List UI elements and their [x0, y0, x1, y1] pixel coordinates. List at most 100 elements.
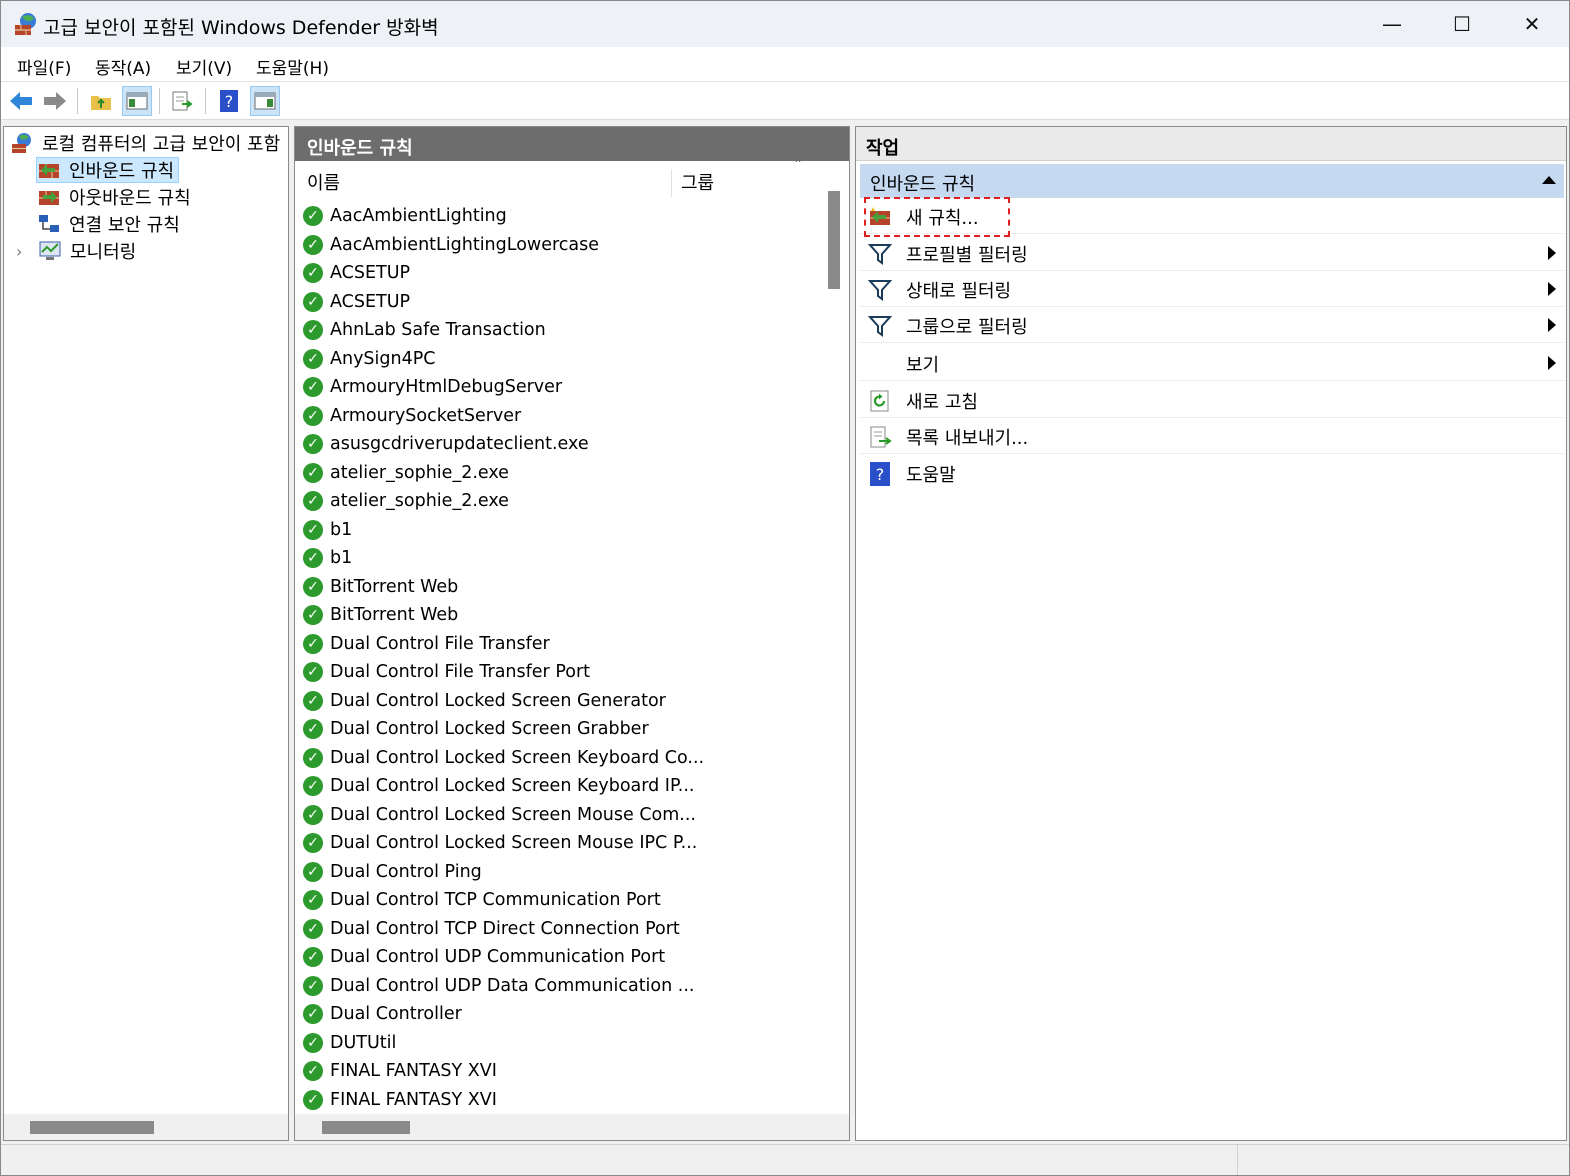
column-divider[interactable]: [671, 169, 672, 197]
rule-row[interactable]: ✓ AacAmbientLighting: [303, 202, 507, 230]
rule-row[interactable]: ✓ Dual Control Locked Screen Generator: [303, 687, 666, 715]
rule-row[interactable]: ✓ Dual Control Ping: [303, 858, 482, 886]
actions-pane: 작업 인바운드 규칙 새 규칙... 프로필별 필터링 상태로 필터링 그룹으로…: [855, 126, 1567, 1141]
rule-row[interactable]: ✓ Dual Control File Transfer Port: [303, 658, 590, 686]
rule-row[interactable]: ✓ Dual Control Locked Screen Keyboard Co.…: [303, 744, 704, 772]
folder-up-icon: [91, 96, 111, 110]
action-view[interactable]: 보기: [860, 347, 1564, 381]
rule-row[interactable]: ✓ asusgcdriverupdateclient.exe: [303, 430, 589, 458]
action-filter-by-profile[interactable]: 프로필별 필터링: [860, 237, 1564, 271]
rule-row[interactable]: ✓ Dual Control File Transfer: [303, 630, 550, 658]
tree-item-connection-security-rules[interactable]: 연결 보안 규칙: [37, 211, 180, 237]
action-label: 새로 고침: [906, 391, 978, 413]
sort-ascending-icon: ˆ: [794, 157, 802, 176]
rule-name: asusgcdriverupdateclient.exe: [330, 434, 589, 454]
enabled-check-icon: ✓: [303, 320, 323, 340]
rule-name: atelier_sophie_2.exe: [330, 462, 509, 483]
action-filter-by-state[interactable]: 상태로 필터링: [860, 273, 1564, 307]
filter-icon: [868, 243, 892, 265]
menu-help[interactable]: 도움말(H): [256, 54, 329, 79]
enabled-check-icon: ✓: [303, 234, 323, 255]
actions-section-inbound-rules[interactable]: 인바운드 규칙: [860, 164, 1564, 198]
connection-security-icon: [39, 215, 59, 232]
rule-row[interactable]: ✓ AacAmbientLightingLowercase: [303, 231, 599, 259]
show-hide-tree-button[interactable]: [122, 86, 152, 116]
rule-row[interactable]: ✓ Dual Control TCP Direct Connection Port: [303, 915, 680, 943]
rule-row[interactable]: ✓ ArmouryHtmlDebugServer: [303, 373, 562, 401]
back-button[interactable]: [6, 86, 36, 116]
rules-horizontal-scrollbar[interactable]: [295, 1114, 849, 1140]
column-header-name[interactable]: 이름: [307, 163, 340, 201]
action-help[interactable]: ? 도움말: [860, 457, 1564, 491]
up-folder-button[interactable]: [86, 86, 116, 116]
tree-item-outbound-rules[interactable]: 아웃바운드 규칙: [37, 184, 191, 210]
rule-name: ArmourySocketServer: [330, 405, 522, 426]
action-label: 상태로 필터링: [906, 280, 1012, 302]
rule-row[interactable]: ✓ BitTorrent Web: [303, 573, 458, 601]
rule-row[interactable]: ✓ AhnLab Safe Transaction: [303, 316, 546, 344]
collapse-icon[interactable]: [1542, 176, 1556, 184]
menu-view[interactable]: 보기(V): [176, 54, 232, 79]
toolbar-separator: [205, 88, 206, 114]
rule-row[interactable]: ✓ b1: [303, 516, 352, 544]
rule-row[interactable]: ✓ Dual Control UDP Data Communication ...: [303, 972, 694, 1000]
rules-vertical-scrollbar[interactable]: [823, 163, 845, 1115]
rule-row[interactable]: ✓ Dual Control TCP Communication Port: [303, 886, 661, 914]
rule-row[interactable]: ✓ Dual Control Locked Screen Grabber: [303, 715, 649, 743]
action-refresh[interactable]: 새로 고침: [860, 384, 1564, 418]
rule-name: b1: [330, 548, 353, 568]
rule-row[interactable]: ✓ ACSETUP: [303, 288, 410, 316]
tree-item-monitoring[interactable]: › 모니터링: [16, 238, 136, 264]
scrollbar-thumb[interactable]: [828, 191, 840, 289]
enabled-check-icon: ✓: [303, 1004, 323, 1024]
tree-horizontal-scrollbar[interactable]: [4, 1114, 288, 1140]
action-label: 프로필별 필터링: [906, 244, 1028, 266]
svg-text:?: ?: [876, 465, 885, 484]
action-filter-by-group[interactable]: 그룹으로 필터링: [860, 309, 1564, 343]
scrollbar-thumb[interactable]: [30, 1121, 154, 1134]
rule-row[interactable]: ✓ BitTorrent Web: [303, 601, 458, 629]
firewall-window: 고급 보안이 포함된 Windows Defender 방화벽 — ☐ ✕ 파일…: [0, 0, 1570, 1176]
tree-item-inbound-rules[interactable]: 인바운드 규칙: [36, 157, 180, 183]
rule-row[interactable]: ✓ FINAL FANTASY XVI: [303, 1086, 497, 1114]
rule-row[interactable]: ✓ Dual Control UDP Communication Port: [303, 943, 665, 971]
title-bar: 고급 보안이 포함된 Windows Defender 방화벽 — ☐ ✕: [1, 1, 1569, 47]
rule-row[interactable]: ✓ AnySign4PC: [303, 345, 436, 373]
tree-root-local-computer[interactable]: 로컬 컴퓨터의 고급 보안이 포함: [10, 130, 280, 156]
expand-chevron-icon[interactable]: ›: [16, 242, 38, 261]
help-button[interactable]: ?: [214, 86, 244, 116]
action-label: 목록 내보내기...: [906, 427, 1029, 449]
rule-name: AhnLab Safe Transaction: [330, 320, 546, 340]
column-header-group[interactable]: 그룹: [681, 163, 714, 201]
rule-name: ACSETUP: [330, 291, 411, 312]
rule-row[interactable]: ✓ Dual Control Locked Screen Keyboard IP.…: [303, 772, 694, 800]
toolbar-separator: [159, 88, 160, 114]
rule-row[interactable]: ✓ Dual Control Locked Screen Mouse Com...: [303, 801, 696, 829]
rule-row[interactable]: ✓ ArmourySocketServer: [303, 402, 521, 430]
rule-row[interactable]: ✓ atelier_sophie_2.exe: [303, 459, 509, 487]
rule-row[interactable]: ✓ DUTUtil: [303, 1029, 396, 1057]
maximize-button[interactable]: ☐: [1427, 1, 1497, 47]
rule-name: AacAmbientLighting: [330, 206, 507, 226]
rule-name: Dual Control Locked Screen Generator: [330, 690, 666, 711]
tree-root-label: 로컬 컴퓨터의 고급 보안이 포함: [42, 134, 281, 155]
menu-action[interactable]: 동작(A): [95, 54, 151, 79]
refresh-icon: [870, 390, 889, 411]
rule-row[interactable]: ✓ ACSETUP: [303, 259, 410, 287]
close-button[interactable]: ✕: [1497, 1, 1567, 47]
action-export-list[interactable]: 목록 내보내기...: [860, 420, 1564, 454]
rule-row[interactable]: ✓ atelier_sophie_2.exe: [303, 487, 509, 515]
inbound-rules-icon: [39, 164, 59, 178]
rule-row[interactable]: ✓ Dual Control Locked Screen Mouse IPC P.…: [303, 829, 697, 857]
scrollbar-thumb[interactable]: [322, 1121, 410, 1134]
rule-row[interactable]: ✓ b1: [303, 544, 352, 572]
export-list-button[interactable]: [167, 86, 197, 116]
show-hide-action-pane-button[interactable]: [250, 86, 280, 116]
menu-file[interactable]: 파일(F): [17, 54, 71, 79]
forward-button[interactable]: [40, 86, 70, 116]
rule-name: Dual Control Locked Screen Grabber: [330, 719, 649, 739]
minimize-button[interactable]: —: [1357, 1, 1427, 47]
rule-row[interactable]: ✓ Dual Controller: [303, 1000, 462, 1028]
rule-row[interactable]: ✓ FINAL FANTASY XVI: [303, 1057, 497, 1085]
rule-name: Dual Control Ping: [330, 861, 482, 882]
